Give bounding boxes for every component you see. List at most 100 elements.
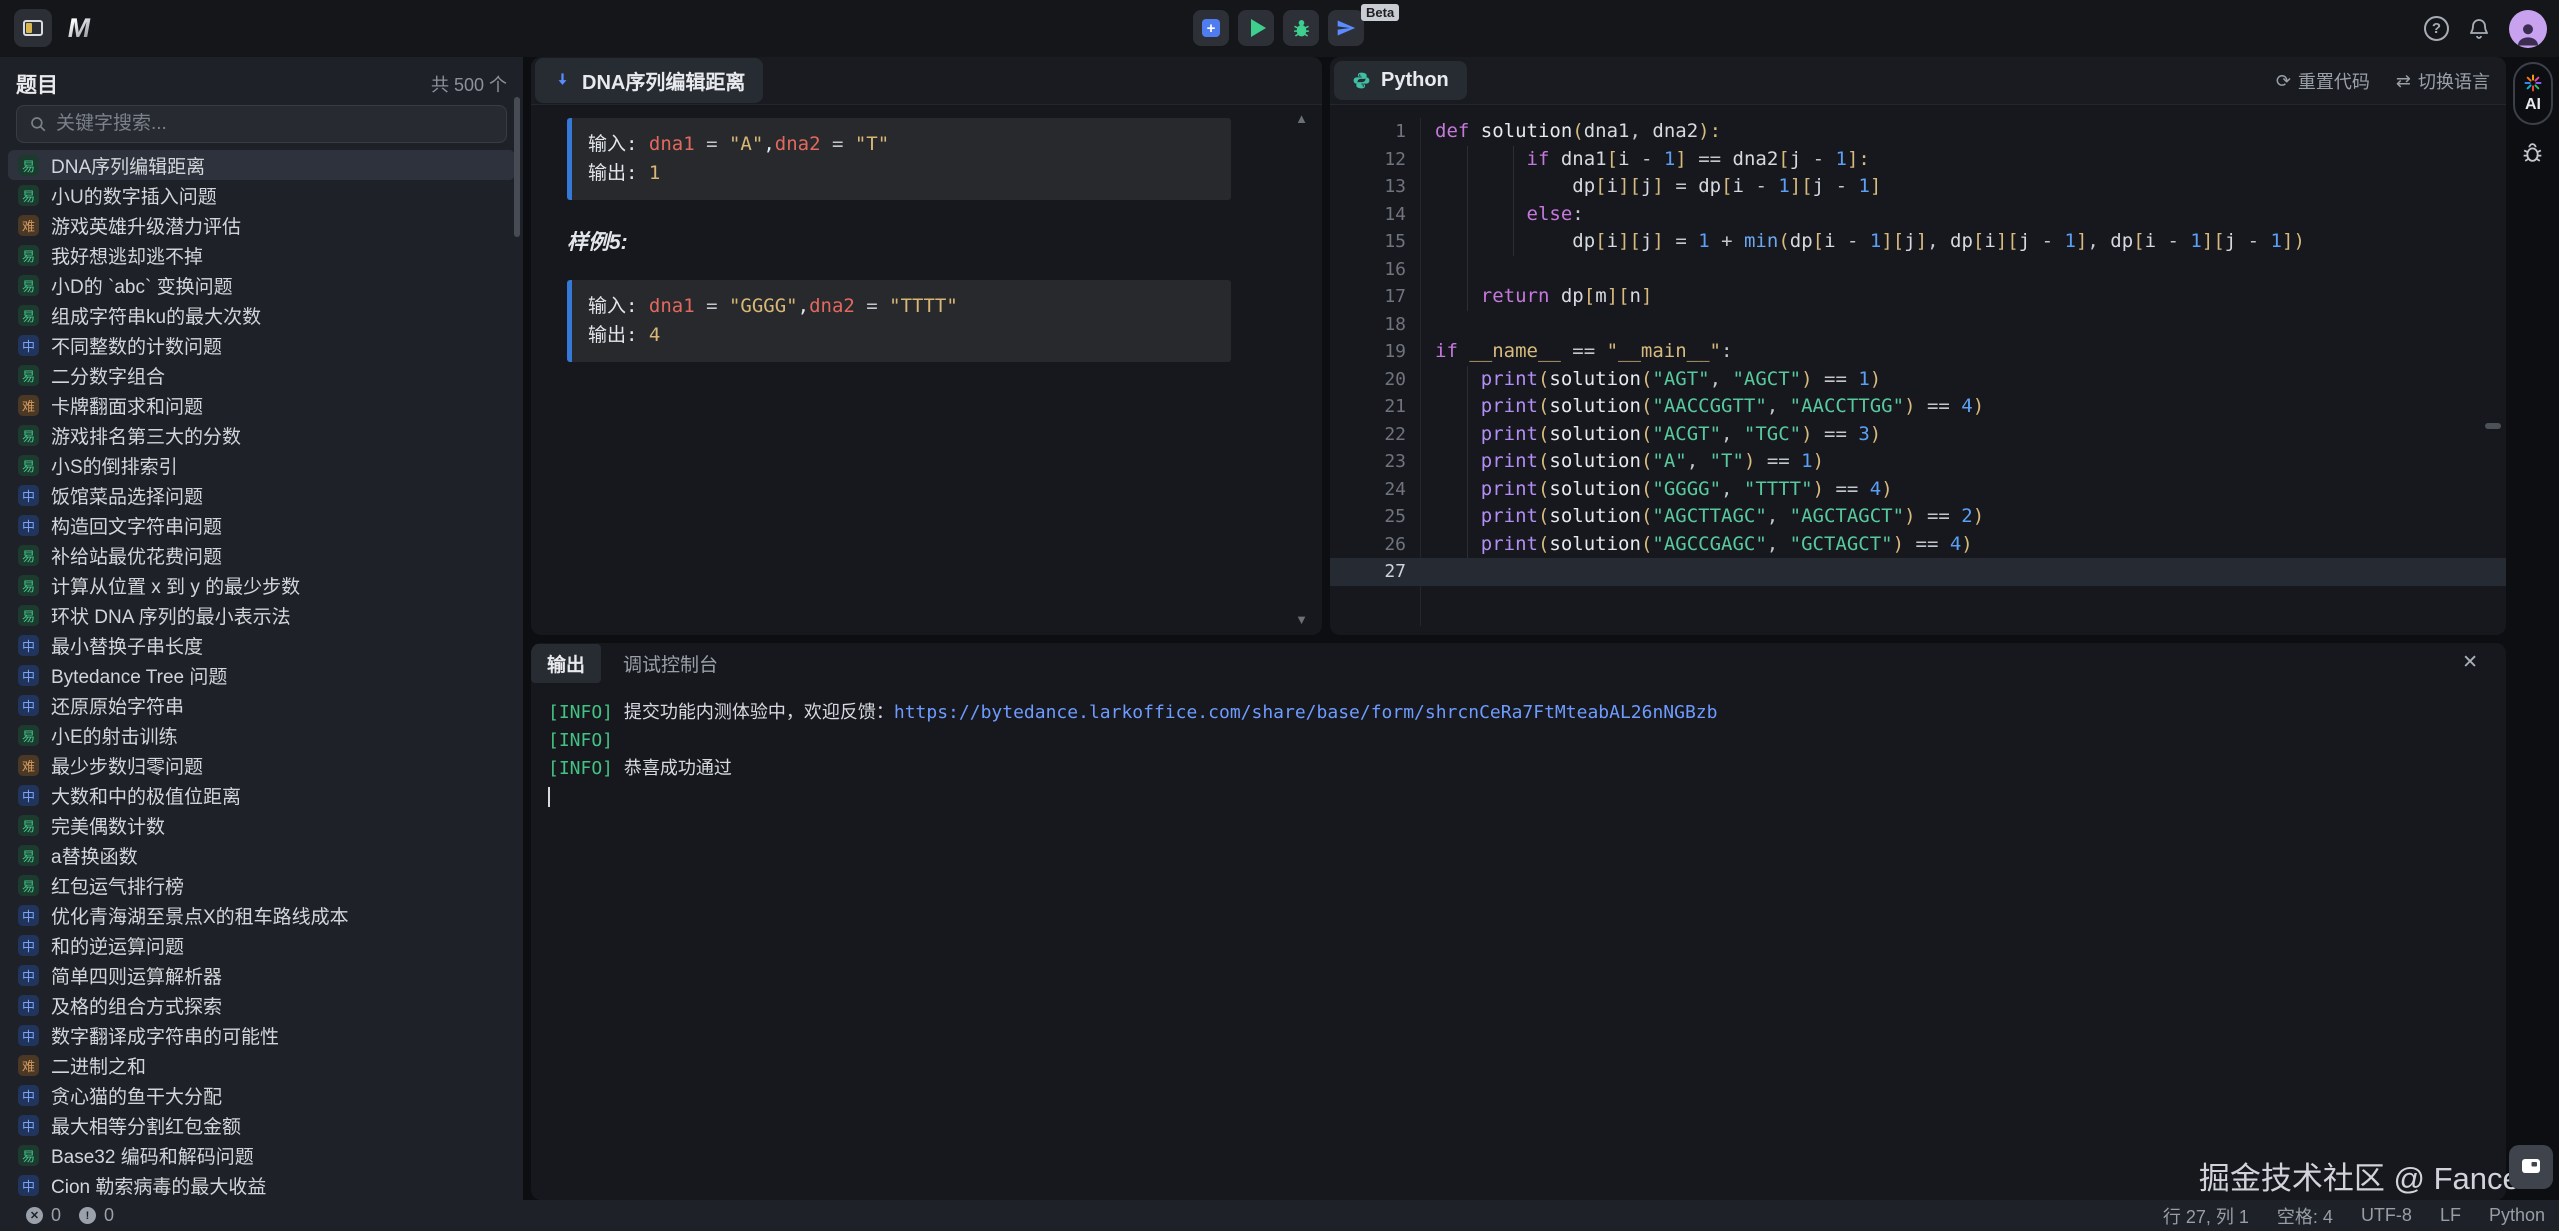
problem-list-item[interactable]: 易计算从位置 x 到 y 的最少步数 bbox=[8, 570, 515, 600]
scroll-up-icon[interactable]: ▲ bbox=[1295, 111, 1308, 126]
console-line: [INFO] 恭喜成功通过 bbox=[548, 755, 2506, 783]
problem-list-item[interactable]: 中优化青海湖至景点X的租车路线成本 bbox=[8, 900, 515, 930]
language-tab[interactable]: Python bbox=[1334, 61, 1467, 100]
add-button[interactable]: + bbox=[1193, 10, 1229, 46]
statusbar-language-mode[interactable]: Python bbox=[2489, 1205, 2545, 1226]
tab-output[interactable]: 输出 bbox=[531, 644, 601, 683]
problem-list-item[interactable]: 难卡牌翻面求和问题 bbox=[8, 390, 515, 420]
code-token: , bbox=[2087, 230, 2110, 252]
problem-title: 构造回文字符串问题 bbox=[51, 512, 222, 539]
editor-scrollbar[interactable] bbox=[2485, 423, 2501, 429]
code-token: : bbox=[1721, 340, 1732, 362]
problem-list-item[interactable]: 易小E的射击训练 bbox=[8, 720, 515, 750]
problem-list-item[interactable]: 中不同整数的计数问题 bbox=[8, 330, 515, 360]
switch-language-button[interactable]: ⇄ 切换语言 bbox=[2396, 68, 2490, 94]
problem-list-item[interactable]: 中简单四则运算解析器 bbox=[8, 960, 515, 990]
errors-icon[interactable]: ✕ bbox=[26, 1207, 43, 1224]
warnings-icon[interactable]: ! bbox=[79, 1207, 96, 1224]
code-token: ) bbox=[1813, 478, 1824, 500]
close-icon[interactable]: ✕ bbox=[2462, 651, 2478, 674]
code-editor[interactable]: 1def solution(dna1, dna2):12 if dna1[i -… bbox=[1330, 105, 2506, 634]
problem-title: 还原原始字符串 bbox=[51, 692, 184, 719]
problem-list-item[interactable]: 易小U的数字插入问题 bbox=[8, 180, 515, 210]
help-button[interactable]: ? bbox=[2424, 16, 2449, 41]
avatar[interactable] bbox=[2509, 10, 2547, 48]
problem-title: Bytedance Tree 问题 bbox=[51, 662, 227, 689]
line-number: 19 bbox=[1330, 338, 1406, 366]
code-line: 17 return dp[m][n] bbox=[1330, 283, 2506, 311]
problem-title: 组成字符串ku的最大次数 bbox=[51, 302, 261, 329]
run-button[interactable] bbox=[1238, 10, 1274, 46]
problem-list-item[interactable]: 中Bytedance Tree 问题 bbox=[8, 660, 515, 690]
code-token: - bbox=[1836, 230, 1870, 252]
problem-list-item[interactable]: 中最小替换子串长度 bbox=[8, 630, 515, 660]
problem-list-item[interactable]: 易小S的倒排索引 bbox=[8, 450, 515, 480]
code-token bbox=[1435, 175, 1572, 197]
problem-list-item[interactable]: 中还原原始字符串 bbox=[8, 690, 515, 720]
indent-guide bbox=[1513, 146, 1514, 256]
problem-list-item[interactable]: 难游戏英雄升级潜力评估 bbox=[8, 210, 515, 240]
notifications-bell-icon[interactable] bbox=[2467, 17, 2491, 41]
search-input[interactable] bbox=[56, 113, 494, 135]
problem-list-item[interactable]: 易环状 DNA 序列的最小表示法 bbox=[8, 600, 515, 630]
code-token: ( bbox=[1641, 450, 1652, 472]
debug-rail-button[interactable] bbox=[2520, 140, 2545, 170]
difficulty-badge: 难 bbox=[18, 755, 39, 776]
plus-icon: + bbox=[1202, 19, 1220, 37]
code-token: [ bbox=[1607, 148, 1618, 170]
code-token: ] bbox=[1870, 175, 1881, 197]
problem-list-item[interactable]: 中饭馆菜品选择问题 bbox=[8, 480, 515, 510]
code-token bbox=[1435, 368, 1481, 390]
code-token: = bbox=[821, 133, 855, 155]
problem-list-item[interactable]: 中Cion 勒索病毒的最大收益 bbox=[8, 1170, 515, 1200]
code-token: print bbox=[1481, 395, 1538, 417]
sidebar-scrollbar[interactable] bbox=[514, 97, 520, 237]
problem-list-item[interactable]: 中构造回文字符串问题 bbox=[8, 510, 515, 540]
marscode-logo-icon[interactable]: M bbox=[65, 13, 94, 44]
problem-list-item[interactable]: 易游戏排名第三大的分数 bbox=[8, 420, 515, 450]
debug-button[interactable] bbox=[1283, 10, 1319, 46]
problem-list-item[interactable]: 难二进制之和 bbox=[8, 1050, 515, 1080]
problem-list-item[interactable]: 中及格的组合方式探索 bbox=[8, 990, 515, 1020]
problem-list-item[interactable]: 易二分数字组合 bbox=[8, 360, 515, 390]
code-token: [ bbox=[2133, 230, 2144, 252]
search-box[interactable] bbox=[16, 105, 507, 143]
problem-list-item[interactable]: 中大数和中的极值位距离 bbox=[8, 780, 515, 810]
problem-list-item[interactable]: 易补给站最优花费问题 bbox=[8, 540, 515, 570]
problem-list-item[interactable]: 易我好想逃却逃不掉 bbox=[8, 240, 515, 270]
problem-list-item[interactable]: 易a替换函数 bbox=[8, 840, 515, 870]
problem-list-item[interactable]: 易红包运气排行榜 bbox=[8, 870, 515, 900]
code-token: ] bbox=[1675, 148, 1686, 170]
problem-list-item[interactable]: 易Base32 编码和解码问题 bbox=[8, 1140, 515, 1170]
feedback-float-button[interactable] bbox=[2509, 1145, 2553, 1189]
line-number: 26 bbox=[1330, 531, 1406, 559]
console-output[interactable]: [INFO] 提交功能内测体验中，欢迎反馈：https://bytedance.… bbox=[531, 683, 2506, 811]
code-token: , bbox=[1767, 505, 1790, 527]
ai-assistant-button[interactable]: AI bbox=[2513, 62, 2553, 125]
problem-list-item[interactable]: 易组成字符串ku的最大次数 bbox=[8, 300, 515, 330]
code-line-text: if __name__ == "__main__": bbox=[1406, 338, 1732, 366]
statusbar-eol[interactable]: LF bbox=[2440, 1205, 2461, 1226]
statusbar-cursor-position[interactable]: 行 27, 列 1 bbox=[2163, 1203, 2249, 1229]
problem-list-item[interactable]: 中和的逆运算问题 bbox=[8, 930, 515, 960]
sidebar-toggle-button[interactable] bbox=[14, 9, 52, 47]
bug-icon bbox=[1291, 18, 1312, 39]
problem-list-item[interactable]: 中数字翻译成字符串的可能性 bbox=[8, 1020, 515, 1050]
tab-debug-console[interactable]: 调试控制台 bbox=[623, 650, 718, 677]
statusbar-encoding[interactable]: UTF-8 bbox=[2361, 1205, 2412, 1226]
problem-list-item[interactable]: 难最少步数归零问题 bbox=[8, 750, 515, 780]
code-token: "__main__" bbox=[1607, 340, 1721, 362]
console-link[interactable]: https://bytedance.larkoffice.com/share/b… bbox=[894, 702, 1718, 723]
scroll-down-icon[interactable]: ▼ bbox=[1295, 612, 1308, 627]
line-number: 12 bbox=[1330, 146, 1406, 174]
submit-button[interactable] bbox=[1328, 10, 1364, 46]
problem-title: 最小替换子串长度 bbox=[51, 632, 203, 659]
problem-tab[interactable]: DNA序列编辑距离 bbox=[535, 58, 763, 103]
problem-list-item[interactable]: 易DNA序列编辑距离 bbox=[8, 150, 515, 180]
reset-code-button[interactable]: ⟳ 重置代码 bbox=[2276, 68, 2370, 94]
problem-list-item[interactable]: 中贪心猫的鱼干大分配 bbox=[8, 1080, 515, 1110]
problem-list-item[interactable]: 易小D的 `abc` 变换问题 bbox=[8, 270, 515, 300]
problem-list-item[interactable]: 中最大相等分割红包金额 bbox=[8, 1110, 515, 1140]
statusbar-indentation[interactable]: 空格: 4 bbox=[2277, 1203, 2333, 1229]
problem-list-item[interactable]: 易完美偶数计数 bbox=[8, 810, 515, 840]
